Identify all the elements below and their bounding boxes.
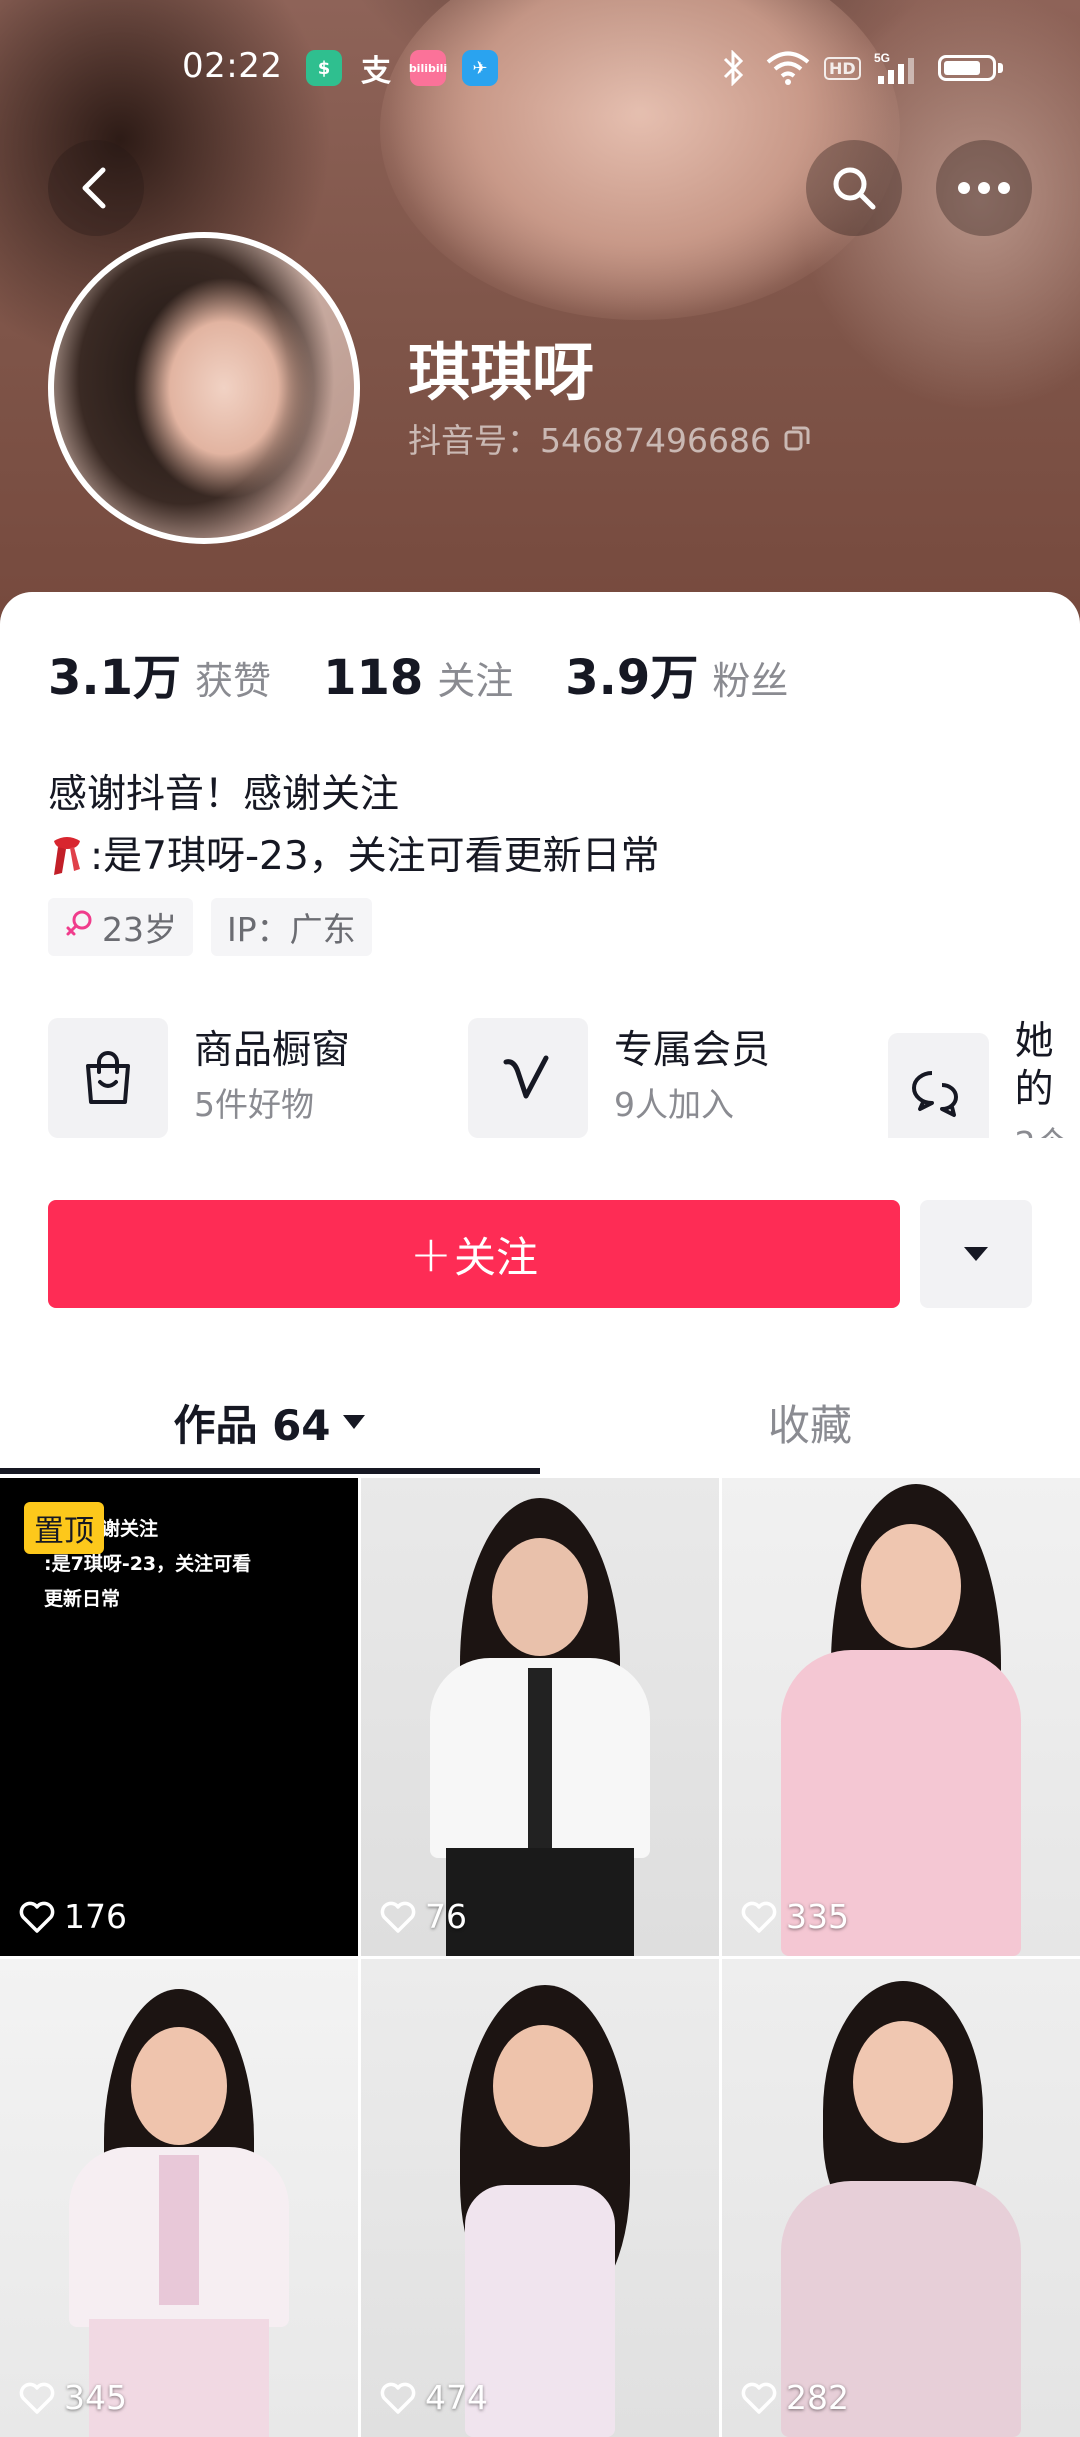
like-count-text: 335 [786,1897,849,1936]
chevron-left-icon [82,167,106,209]
product-showcase-entry[interactable]: 商品橱窗 5件好物 [48,1018,350,1138]
feature-row: 商品橱窗 5件好物 专属会员 9人加入 她的 2个 [48,1018,1080,1138]
video-like-count: 176 [18,1897,127,1936]
group-chat-sub: 2个 [1015,1120,1080,1138]
profile-tabs: 作品 64 收藏 [0,1372,1080,1472]
signal-5g-icon: 5G [874,48,918,88]
age-tag: 23岁 [48,898,193,956]
ip-location-tag: IP：广东 [211,898,372,956]
bilibili-notification-icon: bilibili [409,50,447,86]
status-time: 02:22 [182,46,283,86]
like-count-text: 345 [64,2378,127,2417]
profile-bio: 感谢抖音！感谢关注 :是7琪呀-23，关注可看更新日常 [48,764,660,888]
alipay-notification-icon: 支 [361,54,391,89]
stat-followers[interactable]: 3.9万 粉丝 [565,638,788,708]
douyin-id[interactable]: 抖音号：54687496686 [408,414,811,462]
video-like-count: 335 [740,1897,849,1936]
video-tile[interactable]: 474 [361,1959,719,2437]
heart-outline-icon [741,1901,777,1933]
svg-text:5G: 5G [874,51,890,65]
video-like-count: 345 [18,2378,127,2417]
video-like-count: 474 [379,2378,488,2417]
profile-stats: 3.1万 获赞 118 关注 3.9万 粉丝 [48,638,840,708]
video-tile[interactable]: 282 [722,1959,1080,2437]
stat-following-label: 关注 [437,659,514,703]
tab-works-label: 作品 64 [173,1400,331,1450]
more-dots-icon [958,182,1010,194]
video-tile[interactable]: 335 [722,1478,1080,1956]
group-chat-title: 她的 [1014,1019,1054,1112]
heart-outline-icon [19,1901,55,1933]
like-count-text: 76 [425,1897,467,1936]
active-tab-indicator [0,1468,540,1474]
profile-avatar[interactable] [48,232,360,544]
video-tile[interactable]: 76 [361,1478,719,1956]
caret-down-icon [342,1415,365,1429]
stat-followers-value: 3.9万 [565,650,699,706]
stat-likes-label: 获赞 [195,659,272,703]
stat-likes-value: 3.1万 [48,650,182,706]
membership-title: 专属会员 [614,1028,771,1073]
chat-bubbles-icon [888,1033,989,1138]
ip-location-text: IP：广东 [227,910,356,949]
bio-line-2-text: :是7琪呀-23，关注可看更新日常 [90,834,660,879]
more-options-button[interactable] [936,140,1032,236]
heart-outline-icon [19,2382,55,2414]
follow-plus-icon: + [410,1225,452,1283]
like-count-text: 282 [786,2378,849,2417]
product-showcase-title: 商品橱窗 [194,1028,351,1073]
stat-likes[interactable]: 3.1万 获赞 [48,638,271,708]
bio-line-2: :是7琪呀-23，关注可看更新日常 [48,826,660,888]
heart-outline-icon [380,2382,416,2414]
bluetooth-icon [722,48,744,88]
stat-following[interactable]: 118 关注 [323,650,513,706]
battery-icon [938,48,1003,88]
heart-outline-icon [741,2382,777,2414]
female-gender-icon [64,908,94,946]
shopping-bag-icon [48,1018,168,1138]
scarf-emoji-icon [48,835,86,879]
video-tile[interactable]: 345 [0,1959,358,2437]
tab-favorites-label: 收藏 [767,1400,852,1450]
video-like-count: 282 [740,2378,849,2417]
status-bar: 02:22 $ 支 bilibili ✈ HD 5G [0,40,1080,96]
copy-icon[interactable] [783,424,811,452]
profile-nickname: 琪琪呀 [408,336,595,409]
follow-button[interactable]: + 关注 [48,1200,900,1308]
search-icon [833,167,876,210]
stat-followers-label: 粉丝 [712,659,789,703]
follow-button-label: 关注 [453,1232,538,1282]
douyin-id-text: 抖音号：54687496686 [408,421,771,460]
search-button[interactable] [806,140,902,236]
stat-following-value: 118 [323,650,424,706]
tab-favorites[interactable]: 收藏 [540,1372,1080,1472]
app-notification-icon: $ [306,50,342,86]
like-count-text: 474 [425,2378,488,2417]
membership-sub: 9人加入 [614,1085,734,1124]
telegram-notification-icon: ✈ [462,50,498,86]
hd-voice-icon: HD [824,48,861,88]
member-v-icon [468,1018,588,1138]
video-like-count: 76 [379,1897,467,1936]
product-showcase-sub: 5件好物 [194,1085,314,1124]
heart-outline-icon [380,1901,416,1933]
wifi-icon [766,48,810,88]
back-button[interactable] [48,140,144,236]
tab-works[interactable]: 作品 64 [0,1372,540,1472]
pinned-badge: 置顶 [24,1502,104,1554]
exclusive-membership-entry[interactable]: 专属会员 9人加入 [468,1018,770,1138]
video-tile[interactable]: 音！感谢关注 :是7琪呀-23，关注可看 更新日常 置顶 176 [0,1478,358,1956]
like-count-text: 176 [64,1897,127,1936]
bio-line-1: 感谢抖音！感谢关注 [48,772,400,817]
age-tag-text: 23岁 [102,910,177,949]
profile-tags: 23岁 IP：广东 [48,898,390,956]
group-chat-entry[interactable]: 她的 2个 [888,1018,1080,1138]
recommend-dropdown-button[interactable] [920,1200,1032,1308]
caret-down-icon [964,1247,988,1261]
